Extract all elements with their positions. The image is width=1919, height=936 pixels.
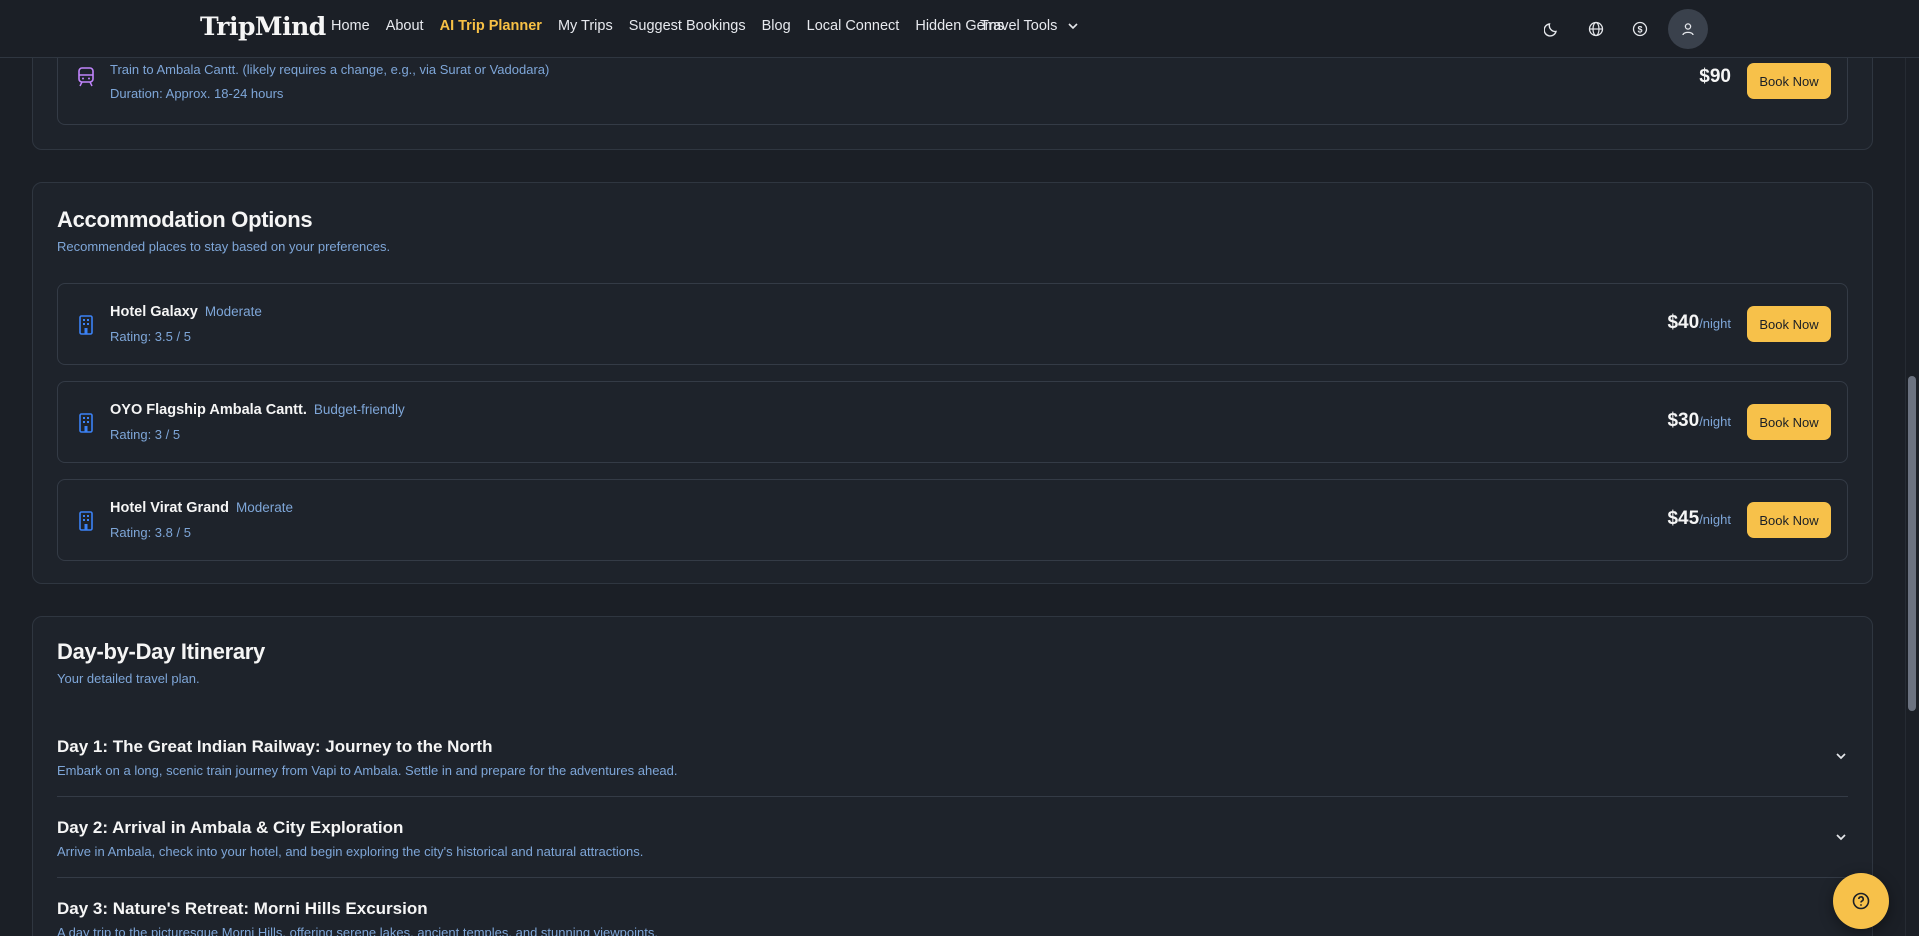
hotel-price-value: $40 <box>1667 312 1700 333</box>
itinerary-card: Day-by-Day Itinerary Your detailed trave… <box>32 616 1873 936</box>
globe-icon[interactable] <box>1580 8 1612 50</box>
train-icon <box>78 67 94 87</box>
accommodation-card: Accommodation Options Recommended places… <box>32 182 1873 584</box>
hotel-rating: Rating: 3.5 / 5 <box>110 329 191 344</box>
hotel-name: OYO Flagship Ambala Cantt. Budget-friend… <box>110 402 405 418</box>
travel-tools-dropdown[interactable]: Travel Tools <box>980 18 1079 34</box>
nav-link-about[interactable]: About <box>386 18 424 34</box>
transport-price: $90 <box>1699 66 1731 87</box>
nav-actions: $ <box>1536 8 1708 50</box>
user-avatar-button[interactable] <box>1668 9 1708 49</box>
nav-link-my-trips[interactable]: My Trips <box>558 18 613 34</box>
transport-duration: Duration: Approx. 18-24 hours <box>110 86 284 101</box>
hotel-name-text: Hotel Virat Grand <box>110 500 229 516</box>
day-title: Day 3: Nature's Retreat: Morni Hills Exc… <box>57 899 428 918</box>
svg-text:$: $ <box>1637 25 1642 35</box>
nav-link-local-connect[interactable]: Local Connect <box>807 18 900 34</box>
hotel-price: $45/night <box>1667 508 1731 530</box>
accommodation-row: Hotel Virat Grand Moderate Rating: 3.8 /… <box>57 479 1848 561</box>
building-icon <box>79 315 93 335</box>
help-circle-icon <box>1852 892 1870 910</box>
itinerary-title: Day-by-Day Itinerary <box>57 639 265 664</box>
scrollbar-thumb[interactable] <box>1908 376 1916 711</box>
building-icon <box>79 511 93 531</box>
hotel-tier: Moderate <box>236 500 294 515</box>
hotel-price-value: $45 <box>1667 508 1700 529</box>
page-scrollbar[interactable] <box>1905 0 1919 936</box>
hotel-rating: Rating: 3 / 5 <box>110 427 181 442</box>
itinerary-day-accordion[interactable]: Day 2: Arrival in Ambala & City Explorat… <box>57 798 1848 878</box>
hotel-name: Hotel Virat Grand Moderate <box>110 500 293 516</box>
book-now-button[interactable]: Book Now <box>1747 63 1831 99</box>
hotel-price: $40/night <box>1667 312 1731 334</box>
moon-icon[interactable] <box>1536 8 1568 50</box>
accommodation-subtitle: Recommended places to stay based on your… <box>57 239 391 254</box>
book-now-button[interactable]: Book Now <box>1747 306 1831 342</box>
hotel-rating: Rating: 3.8 / 5 <box>110 525 191 540</box>
book-now-button[interactable]: Book Now <box>1747 404 1831 440</box>
nav-link-ai-trip-planner[interactable]: AI Trip Planner <box>440 18 542 34</box>
accommodation-row: OYO Flagship Ambala Cantt. Budget-friend… <box>57 381 1848 463</box>
building-icon <box>79 413 93 433</box>
day-title: Day 2: Arrival in Ambala & City Explorat… <box>57 818 404 837</box>
hotel-tier: Moderate <box>204 304 262 319</box>
book-now-button[interactable]: Book Now <box>1747 502 1831 538</box>
nav-link-blog[interactable]: Blog <box>762 18 791 34</box>
travel-tools-label: Travel Tools <box>980 18 1058 34</box>
hotel-price-value: $30 <box>1667 410 1700 431</box>
nav-link-home[interactable]: Home <box>331 18 370 34</box>
hotel-name-text: Hotel Galaxy <box>110 304 198 320</box>
hotel-price-unit: /night <box>1699 316 1731 331</box>
accommodation-row: Hotel Galaxy Moderate Rating: 3.5 / 5 $4… <box>57 283 1848 365</box>
accommodation-title: Accommodation Options <box>57 207 313 232</box>
hotel-name-text: OYO Flagship Ambala Cantt. <box>110 402 307 418</box>
hotel-price: $30/night <box>1667 410 1731 432</box>
itinerary-day-accordion[interactable]: Day 3: Nature's Retreat: Morni Hills Exc… <box>57 879 1848 936</box>
top-navbar: TripMind Home About AI Trip Planner My T… <box>0 0 1919 58</box>
chevron-down-icon[interactable] <box>1834 749 1848 763</box>
nav-link-suggest-bookings[interactable]: Suggest Bookings <box>629 18 746 34</box>
hotel-tier: Budget-friendly <box>313 402 405 417</box>
nav-links: Home About AI Trip Planner My Trips Sugg… <box>331 18 1004 34</box>
day-description: Embark on a long, scenic train journey f… <box>57 763 678 778</box>
brand-logo[interactable]: TripMind <box>200 12 326 41</box>
day-description: A day trip to the picturesque Morni Hill… <box>57 925 658 936</box>
chevron-down-icon[interactable] <box>1834 830 1848 844</box>
hotel-price-unit: /night <box>1699 414 1731 429</box>
itinerary-day-accordion[interactable]: Day 1: The Great Indian Railway: Journey… <box>57 717 1848 797</box>
transport-description: Train to Ambala Cantt. (likely requires … <box>110 62 550 77</box>
hotel-name: Hotel Galaxy Moderate <box>110 304 262 320</box>
help-button[interactable] <box>1833 873 1889 929</box>
itinerary-subtitle: Your detailed travel plan. <box>57 671 200 686</box>
user-icon <box>1682 23 1694 36</box>
day-title: Day 1: The Great Indian Railway: Journey… <box>57 737 493 756</box>
hotel-price-unit: /night <box>1699 512 1731 527</box>
dollar-icon[interactable]: $ <box>1624 8 1656 50</box>
day-description: Arrive in Ambala, check into your hotel,… <box>57 844 644 859</box>
chevron-down-icon <box>1068 23 1078 30</box>
